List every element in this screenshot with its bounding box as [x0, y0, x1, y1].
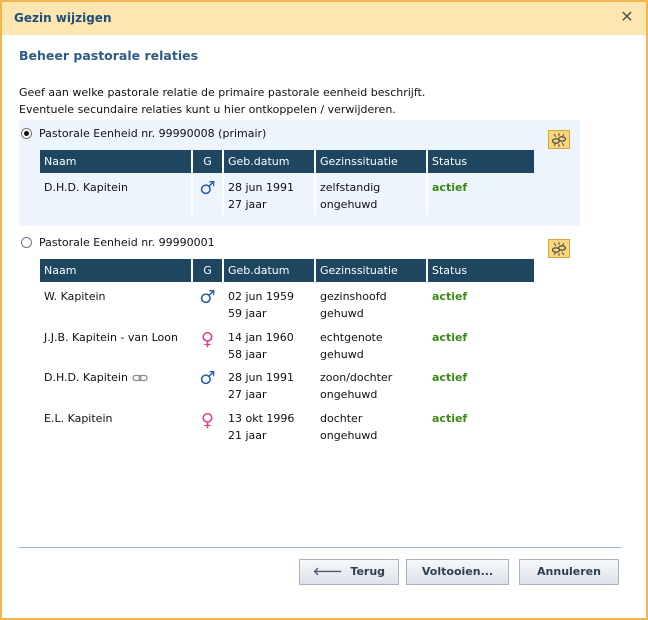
unlink-icon — [551, 242, 567, 256]
footer-divider — [19, 547, 621, 548]
unlink-icon — [551, 133, 567, 147]
male-icon: ♂ — [199, 368, 216, 389]
intro-text-line2: Eventuele secundaire relaties kunt u hie… — [19, 103, 396, 116]
member-birthdate: 13 okt 1996 — [228, 412, 295, 425]
member-marital: gehuwd — [320, 307, 364, 320]
column-header-status[interactable]: Status — [426, 150, 534, 173]
column-header-gezin[interactable]: Gezinssituatie — [314, 150, 427, 173]
section-title: Beheer pastorale relaties — [19, 48, 199, 63]
unit-radio-secondary[interactable] — [21, 237, 32, 248]
status-badge: actief — [432, 371, 468, 384]
close-icon[interactable]: ✕ — [618, 8, 636, 26]
column-header-geb[interactable]: Geb.datum — [222, 259, 315, 282]
female-icon: ♀ — [200, 410, 215, 431]
member-birthdate: 28 jun 1991 — [228, 371, 294, 384]
member-table-primary: Naam G Geb.datum Gezinssituatie Status D… — [40, 150, 534, 215]
unlink-button-secondary[interactable] — [548, 239, 570, 258]
member-table-secondary: Naam G Geb.datum Gezinssituatie Status W… — [40, 259, 534, 445]
unit-label-secondary: Pastorale Eenheid nr. 99990001 — [39, 236, 215, 249]
male-icon: ♂ — [199, 178, 216, 199]
member-name: J.J.B. Kapitein - van Loon — [44, 331, 178, 344]
member-birthdate: 28 jun 1991 — [228, 181, 294, 194]
member-name: W. Kapitein — [44, 290, 106, 303]
member-situation: zoon/dochter — [320, 371, 393, 384]
male-icon: ♂ — [199, 287, 216, 308]
back-button[interactable]: 🡐 Terug — [299, 559, 399, 585]
member-marital: ongehuwd — [320, 429, 378, 442]
member-age: 27 jaar — [228, 388, 267, 401]
back-button-label: Terug — [350, 565, 386, 578]
member-marital: gehuwd — [320, 348, 364, 361]
status-badge: actief — [432, 181, 468, 194]
cancel-button[interactable]: Annuleren — [519, 559, 619, 585]
unlink-button-primary[interactable] — [548, 130, 570, 149]
member-situation: zelfstandig — [320, 181, 381, 194]
column-header-naam[interactable]: Naam — [40, 150, 192, 173]
column-header-gezin[interactable]: Gezinssituatie — [314, 259, 427, 282]
member-name: D.H.D. Kapitein — [44, 181, 128, 194]
member-marital: ongehuwd — [320, 198, 378, 211]
arrow-left-icon: 🡐 — [312, 565, 343, 578]
table-row[interactable]: D.H.D. Kapitein ♂ 28 jun 1991 27 jaar zel… — [40, 173, 534, 215]
finish-button-label: Voltooien... — [421, 565, 494, 578]
column-header-naam[interactable]: Naam — [40, 259, 192, 282]
status-badge: actief — [432, 290, 468, 303]
column-header-g[interactable]: G — [191, 259, 223, 282]
table-row[interactable]: E.L. Kapitein ♀ 13 okt 1996 21 jaar docht… — [40, 404, 534, 445]
status-badge: actief — [432, 412, 468, 425]
dialog-window: Gezin wijzigen ✕ Beheer pastorale relati… — [0, 0, 648, 620]
status-badge: actief — [432, 331, 468, 344]
member-marital: ongehuwd — [320, 388, 378, 401]
unit-label-primary: Pastorale Eenheid nr. 99990008 (primair) — [39, 127, 267, 140]
member-birthdate: 02 jun 1959 — [228, 290, 294, 303]
column-header-g[interactable]: G — [191, 150, 223, 173]
member-birthdate: 14 jan 1960 — [228, 331, 294, 344]
member-age: 59 jaar — [228, 307, 267, 320]
intro-text-line1: Geef aan welke pastorale relatie de prim… — [19, 86, 426, 99]
finish-button[interactable]: Voltooien... — [406, 559, 509, 585]
member-age: 27 jaar — [228, 198, 267, 211]
member-situation: echtgenote — [320, 331, 383, 344]
chain-link-icon — [132, 374, 148, 382]
unit-radio-primary[interactable] — [21, 128, 32, 139]
column-header-geb[interactable]: Geb.datum — [222, 150, 315, 173]
member-situation: gezinshoofd — [320, 290, 387, 303]
title-bar: Gezin wijzigen ✕ — [2, 2, 646, 35]
column-header-status[interactable]: Status — [426, 259, 534, 282]
table-row[interactable]: J.J.B. Kapitein - van Loon ♀ 14 jan 1960… — [40, 323, 534, 363]
member-age: 21 jaar — [228, 429, 267, 442]
window-title: Gezin wijzigen — [14, 11, 112, 25]
female-icon: ♀ — [200, 329, 215, 350]
member-name: D.H.D. Kapitein — [44, 371, 128, 384]
table-row[interactable]: D.H.D. Kapitein ♂ 28 jun 1991 27 jaar zoo… — [40, 363, 534, 404]
member-name: E.L. Kapitein — [44, 412, 113, 425]
cancel-button-label: Annuleren — [537, 565, 601, 578]
table-row[interactable]: W. Kapitein ♂ 02 jun 1959 59 jaar gezinsh… — [40, 282, 534, 323]
member-situation: dochter — [320, 412, 363, 425]
member-age: 58 jaar — [228, 348, 267, 361]
